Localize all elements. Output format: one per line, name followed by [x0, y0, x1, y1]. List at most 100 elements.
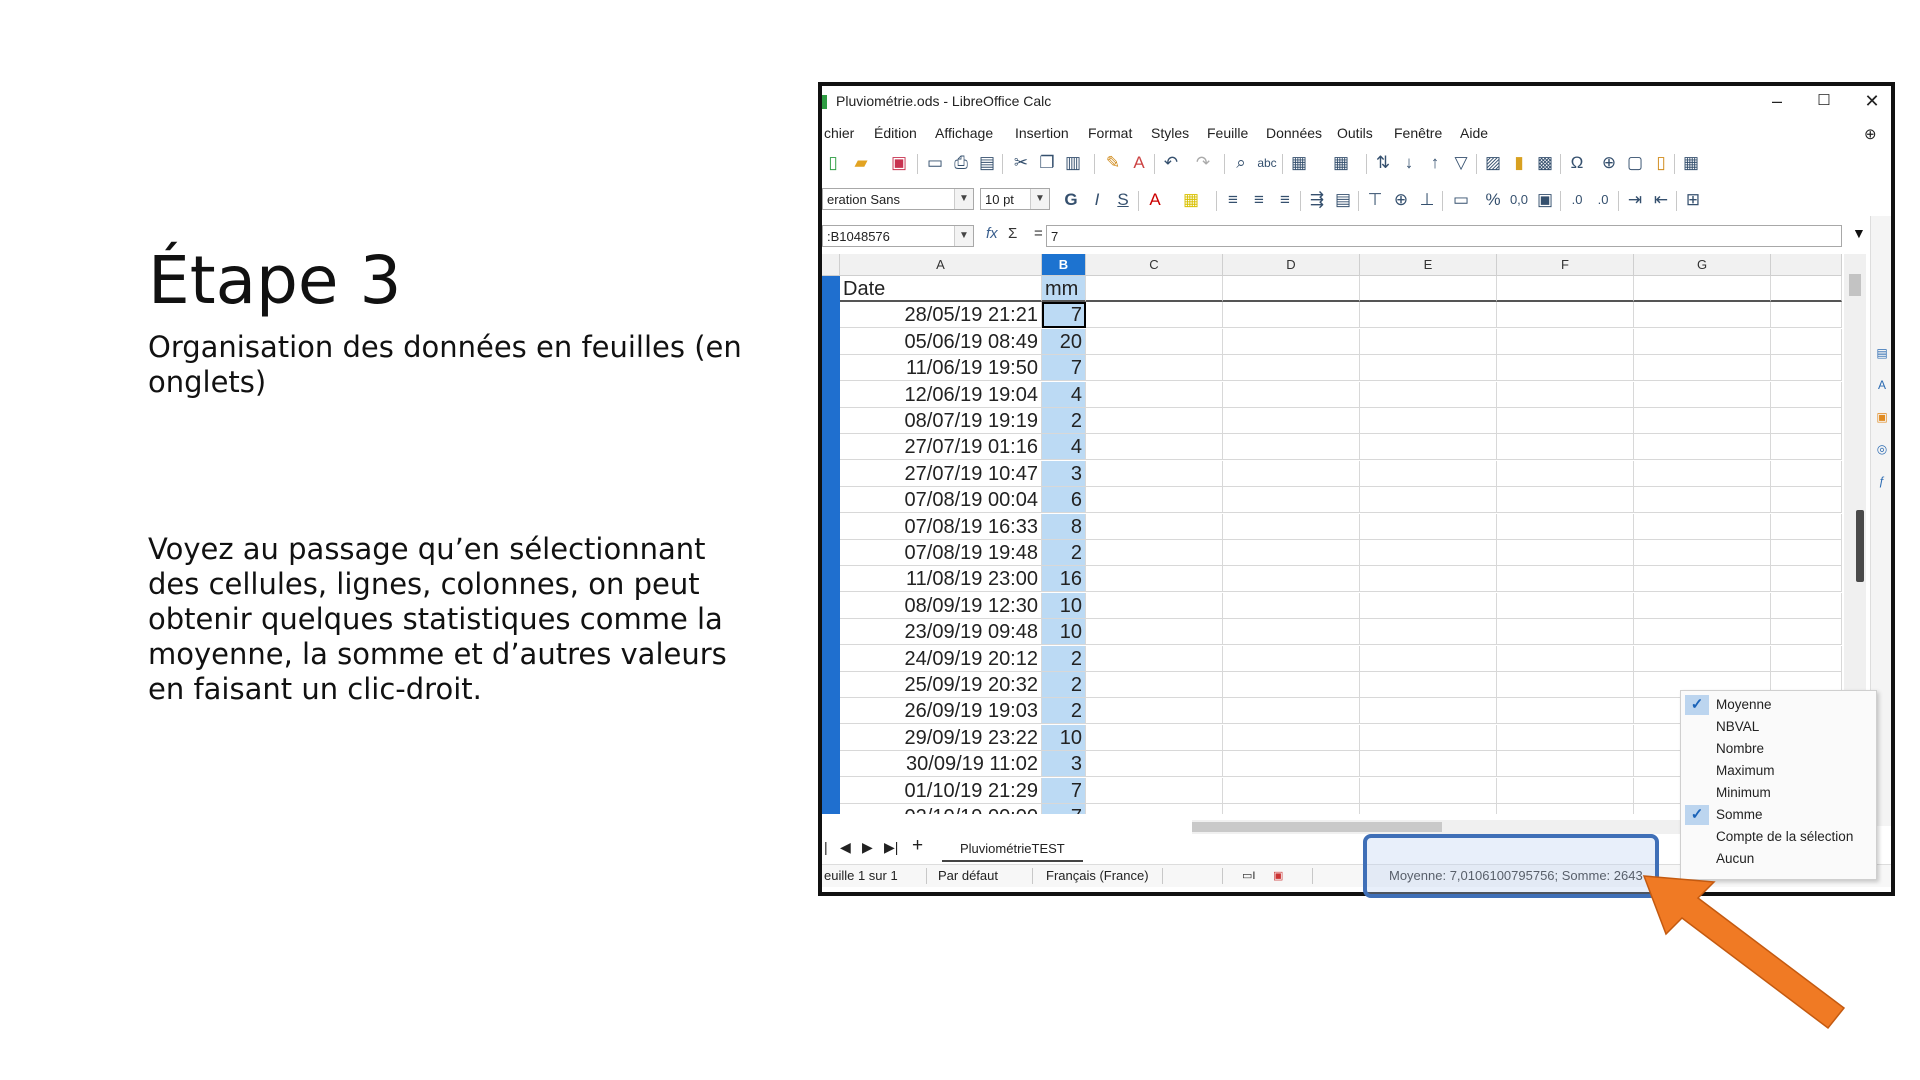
empty-cell[interactable] [1086, 724, 1223, 751]
select-all-corner[interactable] [822, 254, 840, 276]
empty-cell[interactable] [1360, 804, 1497, 814]
underline-button[interactable]: S [1112, 189, 1134, 211]
empty-cell[interactable] [1634, 328, 1771, 355]
context-menu-item[interactable]: NBVAL [1681, 716, 1876, 738]
redo-icon[interactable]: ↷ [1192, 152, 1214, 174]
empty-cell[interactable] [1497, 460, 1634, 487]
empty-cell[interactable] [1771, 408, 1842, 434]
empty-cell[interactable] [1497, 355, 1634, 382]
empty-cell[interactable] [1360, 513, 1497, 540]
empty-cell[interactable] [1771, 355, 1842, 382]
status-page-style[interactable]: Par défaut [938, 865, 998, 887]
empty-cell[interactable] [1634, 513, 1771, 540]
menu-fenetre[interactable]: Fenêtre [1394, 125, 1442, 141]
header-cell-date[interactable]: Date [840, 276, 1042, 302]
empty-cell[interactable] [1223, 724, 1360, 751]
menu-feuille[interactable]: Feuille [1207, 125, 1248, 141]
empty-cell[interactable] [1360, 645, 1497, 672]
empty-cell[interactable] [1634, 619, 1771, 646]
selection-mode-icon[interactable]: ▭I [1242, 865, 1255, 887]
empty-cell[interactable] [1360, 566, 1497, 593]
autofilter-icon[interactable]: ▽ [1450, 152, 1472, 174]
empty-cell[interactable] [1360, 302, 1497, 329]
date-cell[interactable]: 02/10/19 00:00 [840, 804, 1042, 814]
empty-cell[interactable] [1223, 645, 1360, 672]
empty-cell[interactable] [1223, 540, 1360, 566]
wrap-text-icon[interactable]: ⇶ [1306, 189, 1328, 211]
date-cell[interactable]: 29/09/19 23:22 [840, 724, 1042, 751]
empty-cell[interactable] [1360, 698, 1497, 725]
empty-cell[interactable] [1771, 276, 1842, 302]
empty-cell[interactable] [1497, 645, 1634, 672]
column-header-c[interactable]: C [1086, 254, 1223, 276]
empty-cell[interactable] [1086, 434, 1223, 461]
menu-styles[interactable]: Styles [1151, 125, 1189, 141]
mm-cell[interactable]: 2 [1042, 645, 1086, 672]
empty-cell[interactable] [1771, 460, 1842, 487]
empty-cell[interactable] [1086, 777, 1223, 804]
chevron-down-icon[interactable]: ▼ [1030, 189, 1049, 209]
align-right-icon[interactable]: ≡ [1274, 189, 1296, 211]
column-header-e[interactable]: E [1360, 254, 1497, 276]
empty-cell[interactable] [1086, 592, 1223, 619]
empty-cell[interactable] [1086, 302, 1223, 329]
font-color-icon[interactable]: A [1144, 189, 1166, 211]
empty-cell[interactable] [1497, 302, 1634, 329]
empty-cell[interactable] [1497, 540, 1634, 566]
empty-cell[interactable] [1223, 381, 1360, 408]
empty-cell[interactable] [1086, 328, 1223, 355]
formula-equals-icon[interactable]: = [1034, 225, 1043, 242]
mm-cell[interactable]: 10 [1042, 619, 1086, 646]
font-name-field[interactable]: eration Sans ▼ [822, 188, 974, 210]
empty-cell[interactable] [1497, 592, 1634, 619]
minimize-button[interactable]: – [1757, 88, 1797, 114]
header-footer-icon[interactable]: ▯ [1650, 152, 1672, 174]
empty-cell[interactable] [1360, 672, 1497, 698]
new-icon[interactable]: ▯ [822, 152, 844, 174]
mm-cell[interactable]: 3 [1042, 460, 1086, 487]
empty-cell[interactable] [1223, 408, 1360, 434]
empty-cell[interactable] [1223, 592, 1360, 619]
date-cell[interactable]: 26/09/19 19:03 [840, 698, 1042, 725]
last-sheet-icon[interactable]: ▶| [884, 839, 898, 856]
empty-cell[interactable] [1223, 355, 1360, 382]
empty-cell[interactable] [1634, 434, 1771, 461]
empty-cell[interactable] [1771, 434, 1842, 461]
context-menu-item[interactable]: Nombre [1681, 738, 1876, 760]
menu-format[interactable]: Format [1088, 125, 1132, 141]
empty-cell[interactable] [1497, 381, 1634, 408]
align-top-icon[interactable]: ⊤ [1364, 189, 1386, 211]
special-character-icon[interactable]: Ω [1566, 152, 1588, 174]
empty-cell[interactable] [1497, 566, 1634, 593]
empty-cell[interactable] [1223, 698, 1360, 725]
sort-descending-icon[interactable]: ↑ [1424, 152, 1446, 174]
empty-cell[interactable] [1771, 645, 1842, 672]
empty-cell[interactable] [1086, 804, 1223, 814]
context-menu-item[interactable]: ✓ Moyenne [1681, 694, 1876, 716]
empty-cell[interactable] [1634, 408, 1771, 434]
empty-cell[interactable] [1223, 804, 1360, 814]
empty-cell[interactable] [1360, 408, 1497, 434]
clear-format-icon[interactable]: A [1128, 152, 1150, 174]
mm-cell[interactable]: 7 [1042, 355, 1086, 382]
document-modified-icon[interactable]: ▣ [1273, 865, 1283, 887]
menu-outils[interactable]: Outils [1337, 125, 1373, 141]
context-menu-item[interactable]: Minimum [1681, 782, 1876, 804]
empty-cell[interactable] [1771, 328, 1842, 355]
header-cell-mm[interactable]: mm [1042, 276, 1086, 302]
align-left-icon[interactable]: ≡ [1222, 189, 1244, 211]
empty-cell[interactable] [1223, 460, 1360, 487]
formula-input[interactable]: 7 [1046, 225, 1842, 247]
styles-icon[interactable]: A [1875, 378, 1889, 392]
menu-aide[interactable]: Aide [1460, 125, 1488, 141]
empty-cell[interactable] [1223, 566, 1360, 593]
empty-cell[interactable] [1223, 487, 1360, 514]
name-box[interactable]: :B1048576 ▼ [822, 225, 974, 247]
menu-affichage[interactable]: Affichage [935, 125, 993, 141]
column-header-b[interactable]: B [1042, 254, 1086, 276]
find-replace-icon[interactable]: ⌕ [1230, 152, 1252, 174]
mm-cell[interactable]: 16 [1042, 566, 1086, 593]
empty-cell[interactable] [1497, 276, 1634, 302]
empty-cell[interactable] [1497, 487, 1634, 514]
empty-cell[interactable] [1360, 777, 1497, 804]
